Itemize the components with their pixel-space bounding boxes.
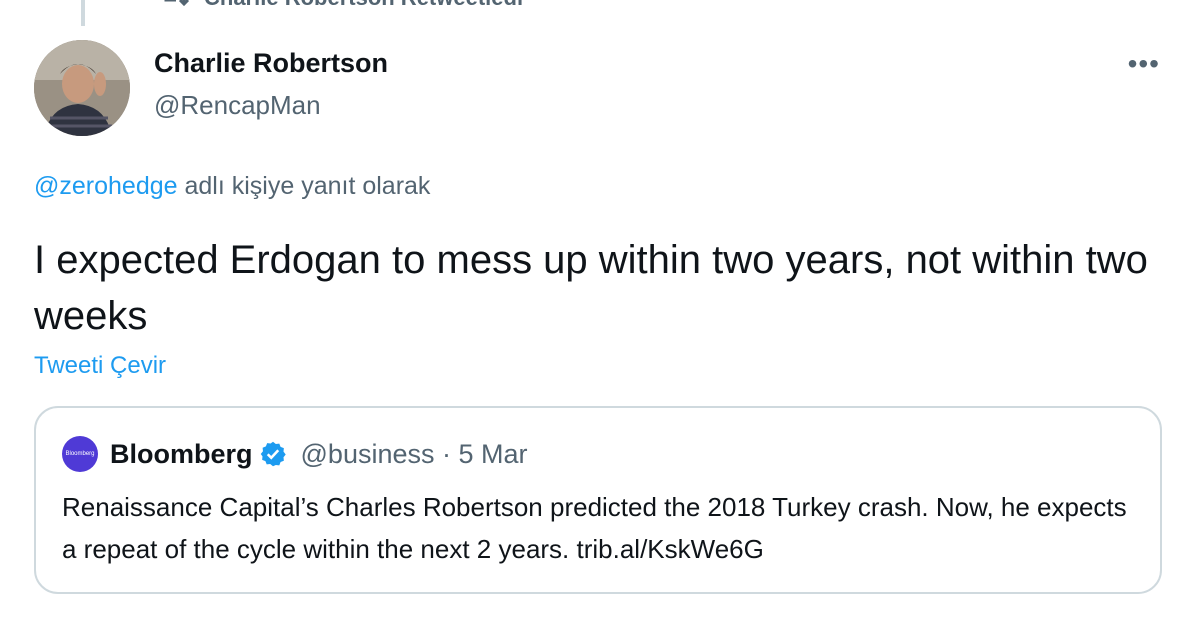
thread-line [81, 0, 85, 26]
quote-author-name: Bloomberg [110, 438, 253, 469]
more-icon[interactable]: ••• [1128, 48, 1160, 80]
verified-badge-icon [259, 440, 287, 468]
quote-handle-date: @business · 5 Mar [300, 438, 528, 469]
retweet-label: Charlie Robertson Retweetledi [204, 0, 523, 11]
author-avatar[interactable] [34, 40, 130, 136]
quoted-tweet-card[interactable]: Bloomberg Bloomberg @business · 5 Mar Re… [34, 406, 1162, 594]
tweet-text: I expected Erdogan to mess up within two… [34, 238, 1148, 338]
reply-context-label: adlı kişiye yanıt olarak [177, 172, 431, 200]
quote-text: Renaissance Capital’s Charles Robertson … [62, 492, 1127, 564]
retweet-context: Charlie Robertson Retweetledi [160, 0, 523, 12]
translate-tweet-link[interactable]: Tweeti Çevir [34, 352, 166, 380]
quote-avatar: Bloomberg [62, 436, 98, 472]
quote-header: Bloomberg Bloomberg @business · 5 Mar [62, 436, 528, 472]
author-name[interactable]: Charlie Robertson [154, 48, 388, 79]
retweet-icon [160, 0, 190, 14]
author-handle[interactable]: @RencapMan [154, 90, 321, 121]
reply-context: @zerohedge adlı kişiye yanıt olarak [34, 172, 430, 201]
reply-to-link[interactable]: @zerohedge [34, 172, 178, 200]
